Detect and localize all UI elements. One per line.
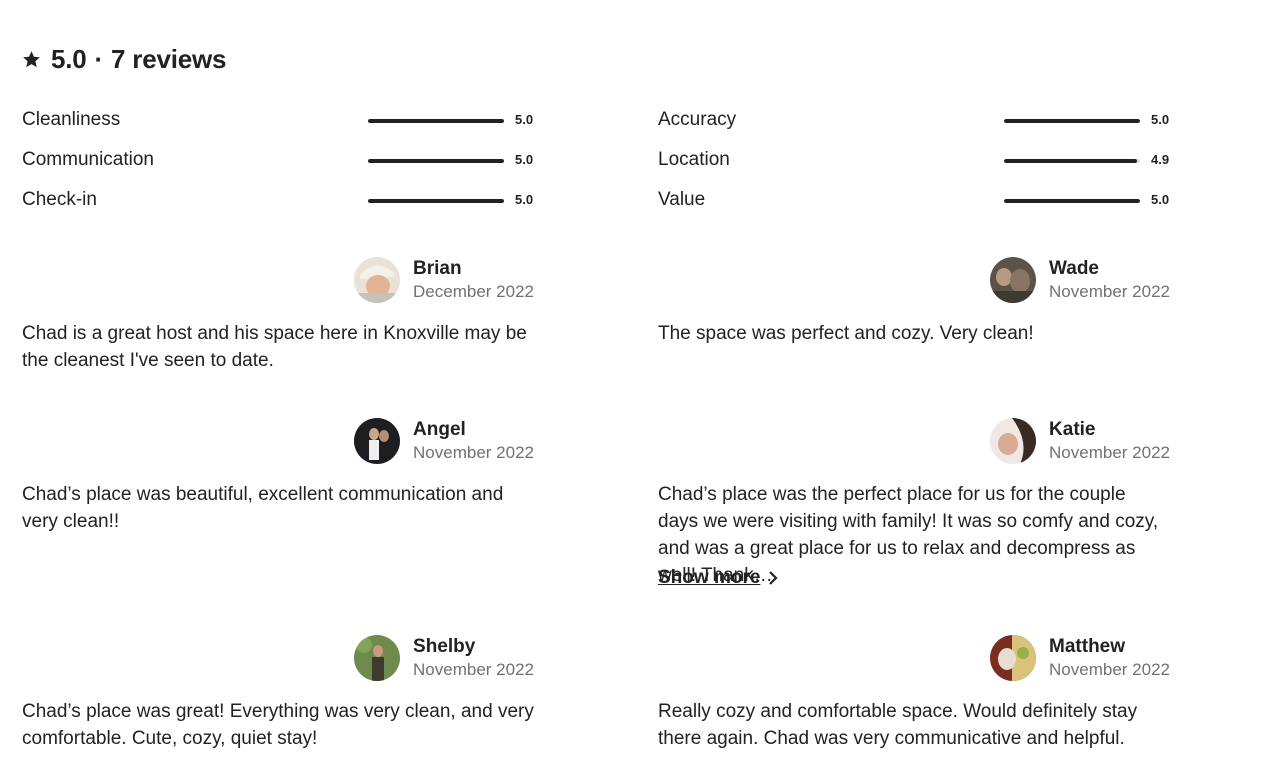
rating-summary: 5.0 · 7 reviews: [22, 44, 227, 75]
rating-bar: [1004, 119, 1140, 123]
reviewer-name: Shelby: [413, 636, 476, 657]
show-more-label: Show more: [658, 567, 761, 588]
reviewer[interactable]: Matthew November 2022: [990, 635, 1170, 681]
rating-bar: [368, 119, 504, 123]
review-date: November 2022: [1049, 282, 1170, 301]
reviewer[interactable]: Brian December 2022: [354, 257, 534, 303]
review-date: November 2022: [413, 660, 534, 679]
rating-row-cleanliness: Cleanliness 5.0: [22, 109, 534, 133]
review-date: November 2022: [1049, 660, 1170, 679]
rating-label: Location: [658, 149, 730, 170]
reviewer-name: Wade: [1049, 258, 1099, 279]
avatar[interactable]: [354, 418, 401, 464]
avatar[interactable]: [990, 418, 1037, 464]
rating-value: 5.0: [515, 152, 534, 167]
summary-separator: ·: [94, 44, 104, 74]
reviewer[interactable]: Katie November 2022: [990, 418, 1170, 464]
avatar[interactable]: [354, 635, 401, 681]
reviewer-name: Matthew: [1049, 636, 1126, 657]
rating-bar-fill: [1004, 119, 1140, 123]
rating-row-accuracy: Accuracy 5.0: [658, 109, 1170, 133]
reviewer[interactable]: Wade November 2022: [990, 257, 1170, 303]
overall-rating: 5.0: [51, 44, 87, 74]
review-date: December 2022: [413, 282, 534, 301]
rating-row-communication: Communication 5.0: [22, 149, 534, 173]
rating-bar: [1004, 159, 1140, 163]
avatar[interactable]: [990, 635, 1037, 681]
review-text: Chad is a great host and his space here …: [22, 323, 527, 371]
show-more-button[interactable]: Show more: [658, 567, 778, 589]
rating-value: 5.0: [515, 192, 534, 207]
reviews-count: 7 reviews: [111, 44, 227, 74]
rating-label: Check-in: [22, 189, 97, 210]
avatar[interactable]: [990, 257, 1037, 303]
rating-row-location: Location 4.9: [658, 149, 1170, 173]
reviewer-name: Brian: [413, 258, 462, 279]
rating-bar-fill: [368, 199, 504, 203]
rating-row-check-in: Check-in 5.0: [22, 189, 534, 213]
reviewer[interactable]: Shelby November 2022: [354, 635, 534, 681]
reviewer-name: Katie: [1049, 419, 1096, 440]
review-text: The space was perfect and cozy. Very cle…: [658, 323, 1034, 344]
review-date: November 2022: [413, 443, 534, 462]
star-icon: [22, 50, 41, 69]
reviewer[interactable]: Angel November 2022: [354, 418, 534, 464]
rating-value: 4.9: [1151, 152, 1170, 167]
rating-bar-fill: [1004, 159, 1138, 163]
rating-bar: [368, 199, 504, 203]
review-text: Chad’s place was beautiful, excellent co…: [22, 484, 504, 532]
rating-value: 5.0: [1151, 112, 1170, 127]
chevron-right-icon: [768, 571, 778, 585]
rating-bar: [368, 159, 504, 163]
rating-bar-fill: [368, 159, 504, 163]
rating-label: Communication: [22, 149, 154, 170]
review-text: Really cozy and comfortable space. Would…: [658, 701, 1138, 749]
rating-value: 5.0: [1151, 192, 1170, 207]
rating-value: 5.0: [515, 112, 534, 127]
reviewer-name: Angel: [413, 419, 466, 440]
rating-label: Accuracy: [658, 109, 737, 130]
rating-label: Cleanliness: [22, 109, 121, 130]
rating-label: Value: [658, 189, 706, 210]
avatar[interactable]: [354, 257, 401, 303]
rating-bar: [1004, 199, 1140, 203]
rating-row-value: Value 5.0: [658, 189, 1170, 213]
review-date: November 2022: [1049, 443, 1170, 462]
rating-bar-fill: [368, 119, 504, 123]
review-text: Chad’s place was great! Everything was v…: [22, 701, 534, 749]
rating-bar-fill: [1004, 199, 1140, 203]
